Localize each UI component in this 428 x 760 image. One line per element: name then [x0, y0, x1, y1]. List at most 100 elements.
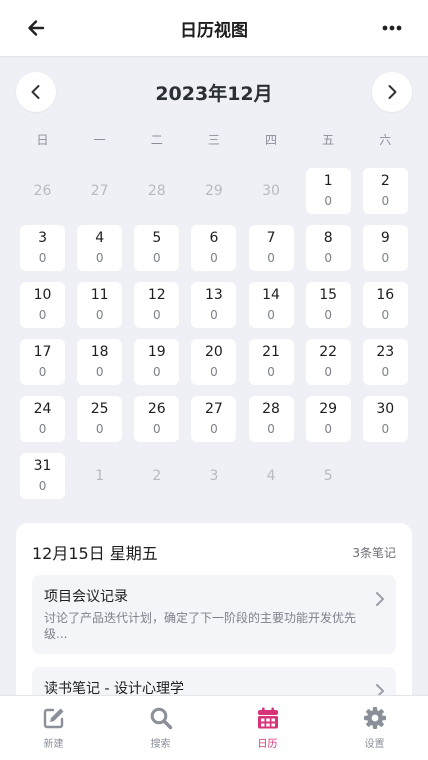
day-number: 9 [380, 230, 390, 246]
day-number: 25 [90, 401, 109, 417]
calendar-day[interactable]: 26 0 [134, 395, 180, 442]
calendar-day[interactable]: 30 [20, 224, 66, 271]
tab-label: 新建 [43, 739, 64, 750]
calendar-icon [257, 707, 278, 729]
chevron-right-icon [376, 592, 384, 606]
note-count: 0 [267, 251, 275, 265]
bottom-tab-bar: 新建 搜索 日历 设置 [0, 695, 428, 760]
notes-header: 12月15日 星期五 3条笔记 [32, 540, 396, 564]
calendar-cell: 1 [71, 447, 128, 504]
note-count: 0 [152, 365, 161, 379]
tab-label: 日历 [257, 739, 278, 750]
calendar-day[interactable]: 60 [191, 224, 237, 271]
tab-search[interactable]: 搜索 [107, 696, 214, 760]
calendar-cell: 12 0 [128, 276, 185, 333]
notes-count: 3条笔记 [352, 545, 396, 560]
calendar-day-outside-month: 29 [191, 168, 236, 214]
calendar-day[interactable]: 15 0 [305, 281, 351, 328]
weekday-label: 六 [379, 133, 392, 147]
calendar-day[interactable]: 90 [362, 224, 408, 271]
calendar-cell: 21 0 [243, 333, 300, 390]
calendar-day[interactable]: 18 0 [77, 338, 123, 385]
calendar-day[interactable]: 70 [248, 224, 294, 271]
note-count: 0 [95, 422, 104, 436]
calendar-day[interactable]: 31 0 [20, 452, 66, 499]
tab-settings[interactable]: 设置 [321, 696, 428, 760]
day-number: 2 [152, 467, 162, 484]
arrow-left-icon [28, 20, 45, 36]
day-number: 17 [33, 344, 52, 360]
calendar-day[interactable]: 24 0 [20, 395, 66, 442]
calendar-day[interactable]: 22 0 [305, 338, 351, 385]
calendar-cell: 22 0 [300, 333, 357, 390]
edit-icon [43, 708, 63, 729]
weekday-header: 日 一 二 三 四 五 六 [14, 130, 414, 150]
calendar-day[interactable]: 80 [305, 224, 351, 271]
calendar-cell: 90 [357, 219, 414, 276]
calendar-cell: 31 0 [14, 447, 71, 504]
search-icon [150, 707, 172, 730]
note-count: 0 [381, 308, 390, 322]
calendar-cell: 10 [300, 162, 357, 219]
calendar-cell: 30 0 [357, 390, 414, 447]
calendar-day[interactable]: 12 0 [134, 281, 180, 328]
tab-new[interactable]: 新建 [0, 696, 107, 760]
note-count: 0 [210, 365, 218, 379]
day-number: 29 [205, 182, 223, 199]
calendar-day[interactable]: 10 0 [20, 281, 66, 328]
calendar-day[interactable]: 50 [134, 224, 180, 271]
weekday-label: 五 [322, 133, 335, 147]
note-item[interactable]: 项目会议记录 讨论了产品迭代计划，确定了下一阶段的主要功能开发优先级... [32, 575, 396, 654]
calendar-grid: 26 27 28 29 30 1 0 2 0 3 0 4 0 5 0 6 0 7 0 8 0 9 0 10 0 11 0 12 0 13 0… [14, 162, 414, 504]
weekday-label: 二 [150, 133, 163, 147]
calendar-day[interactable]: 19 0 [134, 338, 180, 385]
calendar-day[interactable]: 11 0 [77, 281, 123, 328]
calendar-day[interactable]: 29 0 [305, 395, 351, 442]
calendar-cell: 2 [128, 447, 185, 504]
note-count: 0 [95, 251, 104, 265]
tab-calendar[interactable]: 日历 [214, 696, 321, 760]
calendar-day[interactable]: 27 0 [191, 395, 237, 442]
calendar-cell: 23 0 [357, 333, 414, 390]
calendar-day[interactable]: 21 0 [248, 338, 294, 385]
next-month-button[interactable] [371, 72, 412, 112]
day-number: 21 [262, 344, 280, 360]
note-count: 0 [324, 422, 332, 436]
day-number: 14 [262, 287, 280, 303]
note-count: 0 [267, 365, 275, 379]
page-title: 日历视图 [180, 20, 248, 41]
previous-month-button[interactable] [16, 72, 56, 112]
chevron-left-icon [31, 85, 40, 99]
note-count: 0 [95, 365, 104, 379]
calendar-cell: 29 0 [300, 390, 357, 447]
day-number: 2 [380, 173, 390, 189]
calendar-day[interactable]: 23 0 [362, 338, 408, 385]
note-title: 项目会议记录 [44, 589, 128, 605]
note-count: 0 [381, 422, 390, 436]
calendar-day[interactable]: 30 0 [362, 395, 408, 442]
calendar-day-outside-month: 5 [306, 453, 351, 499]
back-button[interactable] [16, 13, 56, 43]
calendar-day[interactable]: 25 0 [77, 395, 123, 442]
day-number: 27 [90, 182, 109, 199]
calendar-day[interactable]: 28 0 [248, 395, 294, 442]
calendar-day-outside-month: 4 [249, 453, 294, 499]
calendar-day[interactable]: 20 [362, 167, 408, 214]
calendar-day-outside-month: 26 [20, 168, 65, 214]
day-number: 6 [209, 230, 219, 246]
day-number: 13 [205, 287, 223, 303]
calendar-day[interactable]: 14 0 [248, 281, 294, 328]
more-button[interactable] [372, 13, 412, 43]
calendar-day[interactable]: 17 0 [20, 338, 66, 385]
day-number: 15 [319, 287, 338, 303]
calendar-day[interactable]: 20 0 [191, 338, 237, 385]
calendar-cell [357, 447, 414, 504]
note-count: 0 [381, 251, 390, 265]
calendar-day[interactable]: 16 0 [362, 281, 408, 328]
calendar-cell: 19 0 [128, 333, 185, 390]
note-count: 0 [152, 422, 161, 436]
day-number: 23 [376, 344, 395, 360]
calendar-day[interactable]: 10 [305, 167, 351, 214]
calendar-day[interactable]: 13 0 [191, 281, 237, 328]
calendar-day[interactable]: 40 [77, 224, 123, 271]
